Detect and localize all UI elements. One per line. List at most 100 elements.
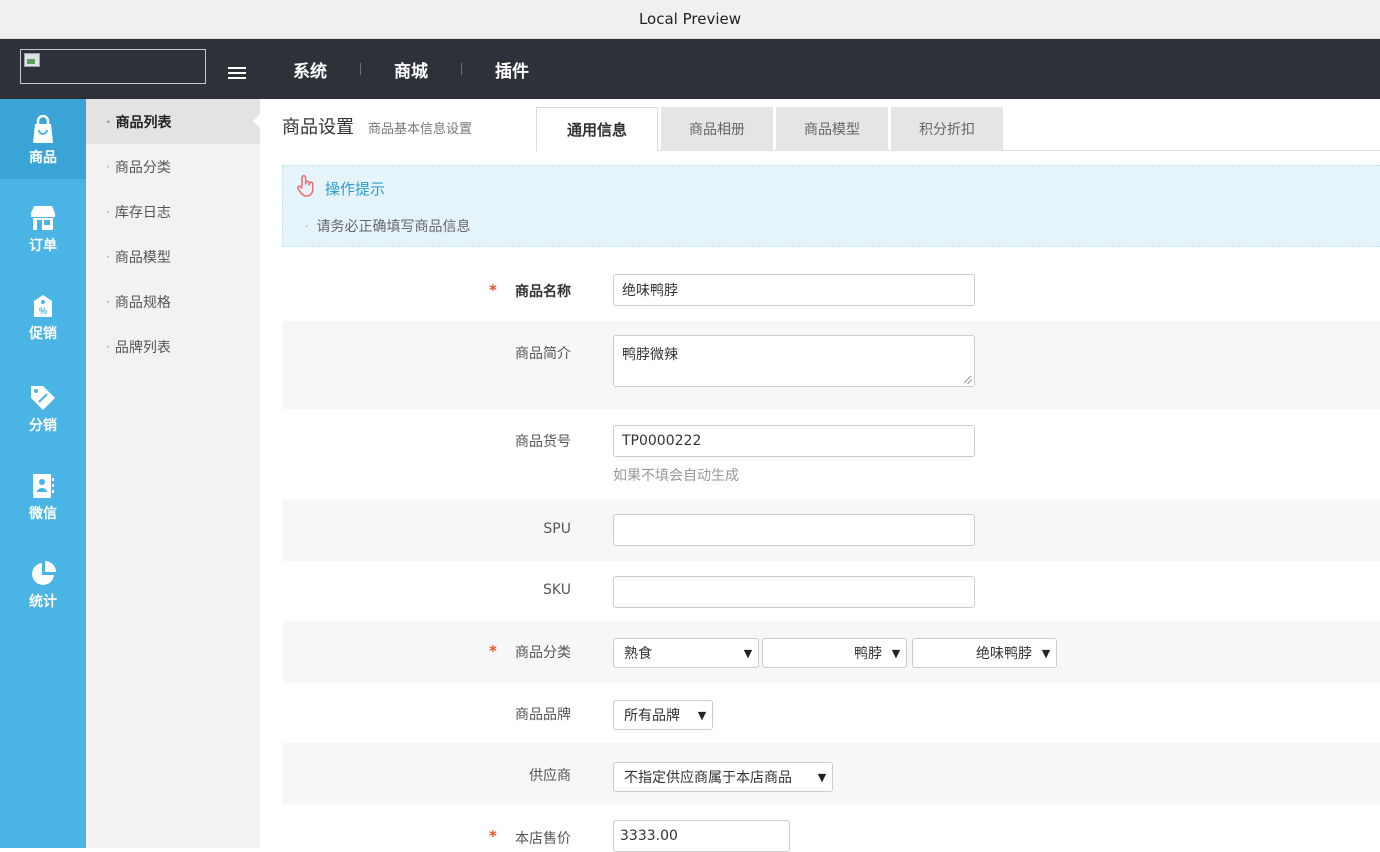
bullet: ·: [106, 294, 110, 309]
form-row-goods-brand: 商品品牌 所有品牌 ▼: [282, 683, 1380, 743]
sidebar-item-wechat[interactable]: 微信: [0, 455, 86, 535]
sku-input[interactable]: [613, 576, 975, 608]
goods-brand-select[interactable]: 所有品牌 ▼: [613, 700, 713, 730]
tab-points-discount[interactable]: 积分折扣: [891, 107, 1003, 151]
page-subtitle: 商品基本信息设置: [368, 122, 473, 137]
sku-label: SKU: [543, 582, 571, 598]
main-content: 商品设置 商品基本信息设置 通用信息 商品相册 商品模型 积分折扣 操作提示 ·…: [260, 99, 1380, 852]
goods-sn-help: 如果不填会自动生成: [613, 468, 739, 484]
category-level1-value: 熟食: [624, 646, 652, 662]
goods-name-label: 商品名称: [515, 284, 571, 300]
top-menu-divider: [360, 63, 361, 75]
dropdown-caret-icon: ▼: [743, 646, 753, 660]
submenu-item-stock-log[interactable]: · 库存日志: [86, 189, 260, 234]
required-mark: *: [489, 642, 497, 660]
goods-brand-value: 所有品牌: [624, 708, 680, 724]
supplier-label: 供应商: [529, 768, 571, 784]
form-row-goods-sn: 商品货号 TP0000222 如果不填会自动生成: [282, 409, 1380, 499]
category-level2-value: 鸭脖: [854, 646, 882, 662]
submenu-item-goods-model[interactable]: · 商品模型: [86, 234, 260, 279]
bullet: ·: [305, 219, 309, 233]
submenu-item-brand-list[interactable]: · 品牌列表: [86, 324, 260, 369]
top-menu-item-system[interactable]: 系统: [278, 57, 342, 82]
price-input[interactable]: 3333.00: [613, 820, 790, 852]
tab-goods-album[interactable]: 商品相册: [661, 107, 773, 151]
sidebar-item-orders[interactable]: 订单: [0, 187, 86, 267]
resize-handle-icon[interactable]: [964, 376, 972, 384]
goods-intro-label: 商品简介: [515, 346, 571, 362]
bullet: ·: [106, 339, 110, 354]
form-row-spu: SPU: [282, 499, 1380, 561]
svg-text:%: %: [39, 306, 47, 316]
sidebar-item-statistics[interactable]: 统计: [0, 543, 86, 623]
goods-sn-label: 商品货号: [515, 434, 571, 450]
submenu-item-label: 商品规格: [114, 294, 171, 311]
goods-intro-textarea[interactable]: 鸭脖微辣: [613, 335, 975, 387]
dropdown-caret-icon: ▼: [817, 770, 827, 784]
form-row-goods-intro: 商品简介 鸭脖微辣: [282, 321, 1380, 409]
tips-item: · 请务必正确填写商品信息: [305, 216, 471, 236]
page-title: 商品设置: [282, 117, 354, 138]
logo-broken-image[interactable]: [20, 49, 206, 84]
submenu-item-label: 商品列表: [115, 114, 172, 131]
goods-category-label: 商品分类: [515, 645, 571, 661]
sidebar-item-goods[interactable]: 商品: [0, 99, 86, 179]
supplier-value: 不指定供应商属于本店商品: [624, 770, 792, 786]
hand-pointer-icon: [295, 174, 317, 202]
goods-sn-input[interactable]: TP0000222: [613, 425, 975, 457]
form-row-goods-category: * 商品分类 熟食 ▼ 鸭脖 ▼ 绝味鸭脖 ▼: [282, 621, 1380, 683]
submenu-item-goods-list[interactable]: · 商品列表: [86, 99, 261, 144]
main-sidebar: 商品 订单 % 促销 分销 微信 统计: [0, 99, 86, 848]
dropdown-caret-icon: ▼: [697, 708, 707, 722]
top-navigation-bar: 系统 商城 插件: [0, 39, 1380, 99]
page-header: 商品设置 商品基本信息设置: [282, 113, 472, 139]
sidebar-item-distribution[interactable]: 分销: [0, 367, 86, 447]
tag-icon: [28, 383, 58, 413]
category-level3-select[interactable]: 绝味鸭脖 ▼: [912, 638, 1057, 668]
spu-input[interactable]: [613, 514, 975, 546]
sidebar-item-promotion[interactable]: % 促销: [0, 275, 86, 355]
top-menu-item-plugins[interactable]: 插件: [480, 57, 544, 82]
operation-tips-panel: 操作提示 · 请务必正确填写商品信息: [282, 165, 1380, 247]
supplier-select[interactable]: 不指定供应商属于本店商品 ▼: [613, 762, 833, 792]
top-menu-item-mall[interactable]: 商城: [379, 57, 443, 82]
submenu-item-label: 商品分类: [114, 159, 171, 176]
goods-name-input[interactable]: 绝味鸭脖: [613, 274, 975, 306]
form-row-sku: SKU: [282, 561, 1380, 621]
window-title-bar: Local Preview: [0, 0, 1380, 39]
goods-intro-value: 鸭脖微辣: [622, 347, 678, 363]
category-level1-select[interactable]: 熟食 ▼: [613, 638, 759, 668]
spu-label: SPU: [543, 521, 571, 537]
wechat-contact-icon: [28, 471, 58, 501]
bullet: ·: [106, 159, 110, 174]
submenu-item-label: 库存日志: [114, 204, 171, 221]
promotion-icon: %: [28, 291, 58, 321]
store-icon: [28, 203, 58, 233]
bullet: ·: [106, 114, 111, 129]
submenu-item-goods-spec[interactable]: · 商品规格: [86, 279, 260, 324]
sidebar-item-label: 分销: [29, 418, 57, 434]
sidebar-item-label: 统计: [29, 594, 57, 610]
broken-image-icon: [24, 53, 40, 67]
tab-general-info[interactable]: 通用信息: [536, 107, 658, 152]
tips-title: 操作提示: [325, 179, 386, 198]
submenu-item-label: 品牌列表: [114, 339, 171, 356]
category-level3-value: 绝味鸭脖: [976, 646, 1032, 662]
goods-brand-label: 商品品牌: [515, 707, 571, 723]
form-row-price: * 本店售价 3333.00: [282, 805, 1380, 852]
dropdown-caret-icon: ▼: [1041, 646, 1051, 660]
dropdown-caret-icon: ▼: [891, 646, 901, 660]
tips-item-text: 请务必正确填写商品信息: [316, 219, 471, 235]
pie-chart-icon: [28, 559, 58, 589]
shopping-bag-icon: [28, 115, 58, 145]
sidebar-item-label: 订单: [29, 238, 57, 254]
tips-header: 操作提示: [295, 174, 385, 202]
top-menu: 系统 商城 插件: [278, 39, 544, 99]
tab-goods-model[interactable]: 商品模型: [776, 107, 888, 151]
sidebar-item-label: 微信: [29, 506, 57, 522]
window-title: Local Preview: [638, 10, 742, 28]
menu-collapse-icon[interactable]: [228, 65, 248, 81]
category-level2-select[interactable]: 鸭脖 ▼: [762, 638, 907, 668]
submenu-item-goods-category[interactable]: · 商品分类: [86, 144, 260, 189]
bullet: ·: [106, 204, 110, 219]
